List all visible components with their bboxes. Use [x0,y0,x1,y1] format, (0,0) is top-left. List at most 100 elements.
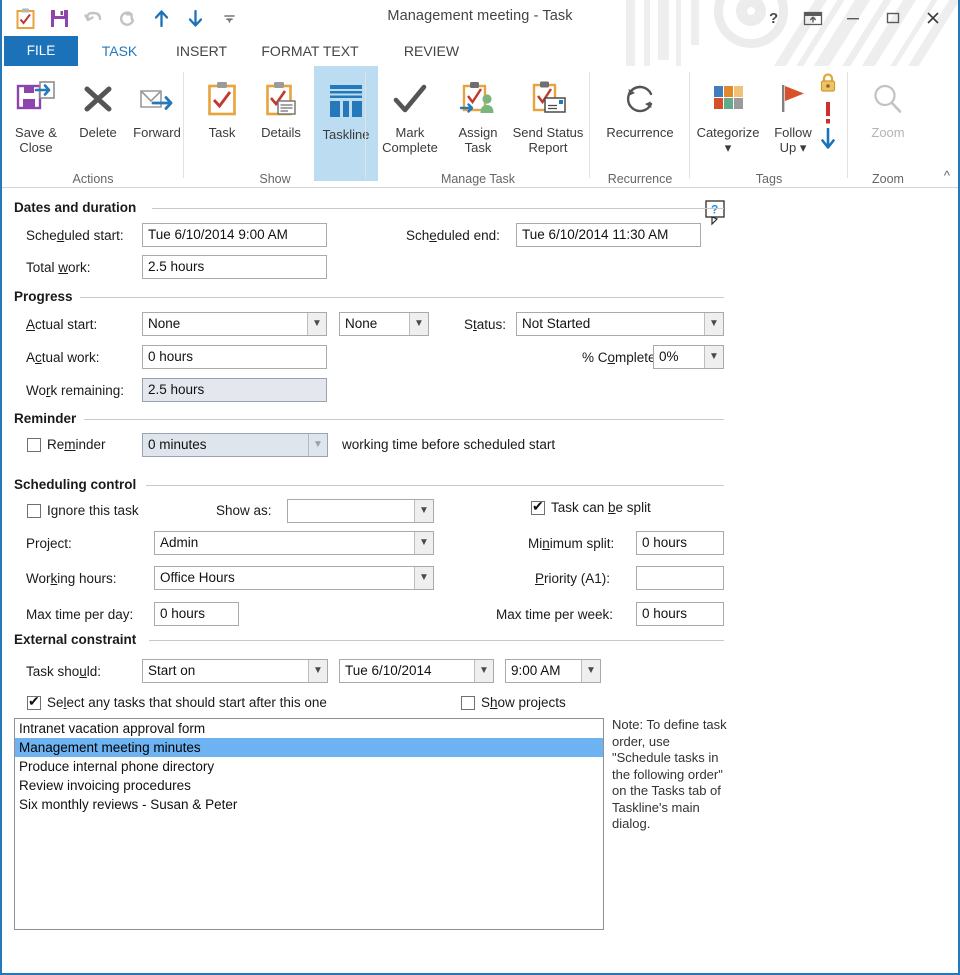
task-can-be-split-checkbox[interactable] [531,498,545,515]
assign-task-button[interactable]: Assign Task [448,70,508,155]
tasks-listbox[interactable]: Intranet vacation approval form Manageme… [14,718,604,930]
assign-task-icon [458,76,498,122]
constraint-date-combo[interactable]: Tue 6/10/2014 ▼ [339,659,494,683]
section-rule [80,297,724,298]
section-rule [146,485,724,486]
select-tasks-checkbox[interactable] [27,693,41,710]
private-button[interactable] [818,72,838,94]
actual-start-date-value: None [148,316,181,331]
low-importance-button[interactable] [818,128,838,152]
max-time-per-week-input[interactable]: 0 hours [636,602,724,626]
percent-complete-combo[interactable]: 0% ▼ [653,345,724,369]
list-item[interactable]: Six monthly reviews - Susan & Peter [15,795,603,814]
follow-up-label: Follow Up ▾ [774,125,812,155]
reminder-checkbox[interactable] [27,438,41,452]
actual-work-label: Actual work: [26,350,100,365]
help-button[interactable]: ? [754,4,792,32]
task-order-note: Note: To define task order, use "Schedul… [612,717,727,831]
list-item[interactable]: Review invoicing procedures [15,776,603,795]
ribbon-group-tags: Categorize ▾ Follow Up ▾ Tags [690,66,848,188]
actual-work-input[interactable]: 0 hours [142,345,327,369]
tab-file[interactable]: FILE [4,36,78,66]
follow-up-flag-icon [777,76,809,122]
categorize-label: Categorize ▾ [696,125,760,155]
actual-start-date-combo[interactable]: None ▼ [142,312,327,336]
help-tooltip-icon[interactable]: ? [705,200,729,231]
taskline-form: ? Dates and duration Scheduled start: Tu… [2,189,958,973]
total-work-input[interactable]: 2.5 hours [142,255,327,279]
select-tasks-label: Select any tasks that should start after… [47,695,327,710]
actual-start-time-combo[interactable]: None ▼ [339,312,429,336]
recurrence-button[interactable]: Recurrence [592,70,688,140]
section-rule [84,419,724,420]
tab-insert[interactable]: INSERT [162,36,234,66]
reminder-lead-time-combo[interactable]: 0 minutes ▼ [142,433,328,457]
show-as-combo[interactable]: ▼ [287,499,434,523]
follow-up-button[interactable]: Follow Up ▾ [768,70,818,155]
scheduled-end-input[interactable]: Tue 6/10/2014 11:30 AM [516,223,701,247]
tab-task[interactable]: TASK [82,36,157,66]
high-importance-icon [826,102,830,124]
assign-task-label: Assign Task [458,125,498,155]
percent-complete-label: % Complete: [582,350,660,365]
minimum-split-label: Minimum split: [528,536,615,551]
task-icon [207,76,237,122]
status-combo[interactable]: Not Started ▼ [516,312,724,336]
forward-button[interactable]: Forward [126,70,188,140]
ribbon-group-manage-task: Mark Complete Assign Task Send Status Re… [366,66,590,188]
ribbon-group-recurrence-label: Recurrence [607,172,673,186]
section-title-scheduling: Scheduling control [14,477,137,492]
categorize-button[interactable]: Categorize ▾ [690,70,766,155]
recurrence-label: Recurrence [606,125,674,140]
tab-format-text[interactable]: FORMAT TEXT [240,36,380,66]
chevron-down-icon: ▼ [409,313,428,335]
project-combo[interactable]: Admin ▼ [154,531,434,555]
chevron-down-icon: ▼ [474,660,493,682]
minimum-split-input[interactable]: 0 hours [636,531,724,555]
chevron-down-icon: ▼ [704,346,723,368]
list-item[interactable]: Produce internal phone directory [15,757,603,776]
project-value: Admin [160,535,199,550]
collapse-ribbon-button[interactable]: ^ [944,168,950,183]
taskline-icon [327,78,365,124]
details-icon [265,76,297,122]
scheduled-start-label: Scheduled start: [26,228,124,243]
ribbon-display-options-icon[interactable] [794,4,832,32]
send-status-report-label: Send Status Report [512,125,584,155]
details-button[interactable]: Details [250,70,312,140]
working-hours-combo[interactable]: Office Hours ▼ [154,566,434,590]
high-importance-button[interactable] [818,100,838,126]
task-should-label: Task should: [26,664,102,679]
ribbon-tabs: FILE TASK INSERT FORMAT TEXT REVIEW [2,36,958,66]
section-title-dates: Dates and duration [14,200,137,215]
mark-complete-button[interactable]: Mark Complete [374,70,446,155]
zoom-button[interactable]: Zoom [854,70,922,140]
zoom-icon [871,76,905,122]
task-should-combo[interactable]: Start on ▼ [142,659,328,683]
maximize-button[interactable] [874,4,912,32]
chevron-down-icon: ▼ [581,660,600,682]
minimize-button[interactable] [834,4,872,32]
task-view-button[interactable]: Task [196,70,248,140]
show-projects-checkbox[interactable] [461,696,475,710]
close-button[interactable] [914,4,952,32]
save-and-close-button[interactable]: Save & Close [4,70,68,155]
list-item[interactable]: Management meeting minutes [15,738,603,757]
priority-input[interactable] [636,566,724,590]
section-rule [152,208,724,209]
delete-button[interactable]: Delete [70,70,126,140]
max-time-per-week-label: Max time per week: [496,607,614,622]
working-hours-value: Office Hours [160,570,235,585]
tab-review[interactable]: REVIEW [384,36,479,66]
section-title-reminder: Reminder [14,411,77,426]
max-time-per-day-input[interactable]: 0 hours [154,602,239,626]
ribbon-group-zoom-label: Zoom [872,172,904,186]
scheduled-start-input[interactable]: Tue 6/10/2014 9:00 AM [142,223,327,247]
list-item[interactable]: Intranet vacation approval form [15,719,603,738]
chevron-down-icon: ▼ [704,313,723,335]
chevron-down-icon: ▼ [308,660,327,682]
ribbon-group-actions: Save & Close Delete Forward Actions [2,66,184,188]
ignore-task-checkbox[interactable] [27,504,41,518]
send-status-report-button[interactable]: Send Status Report [510,70,586,155]
constraint-time-combo[interactable]: 9:00 AM ▼ [505,659,601,683]
